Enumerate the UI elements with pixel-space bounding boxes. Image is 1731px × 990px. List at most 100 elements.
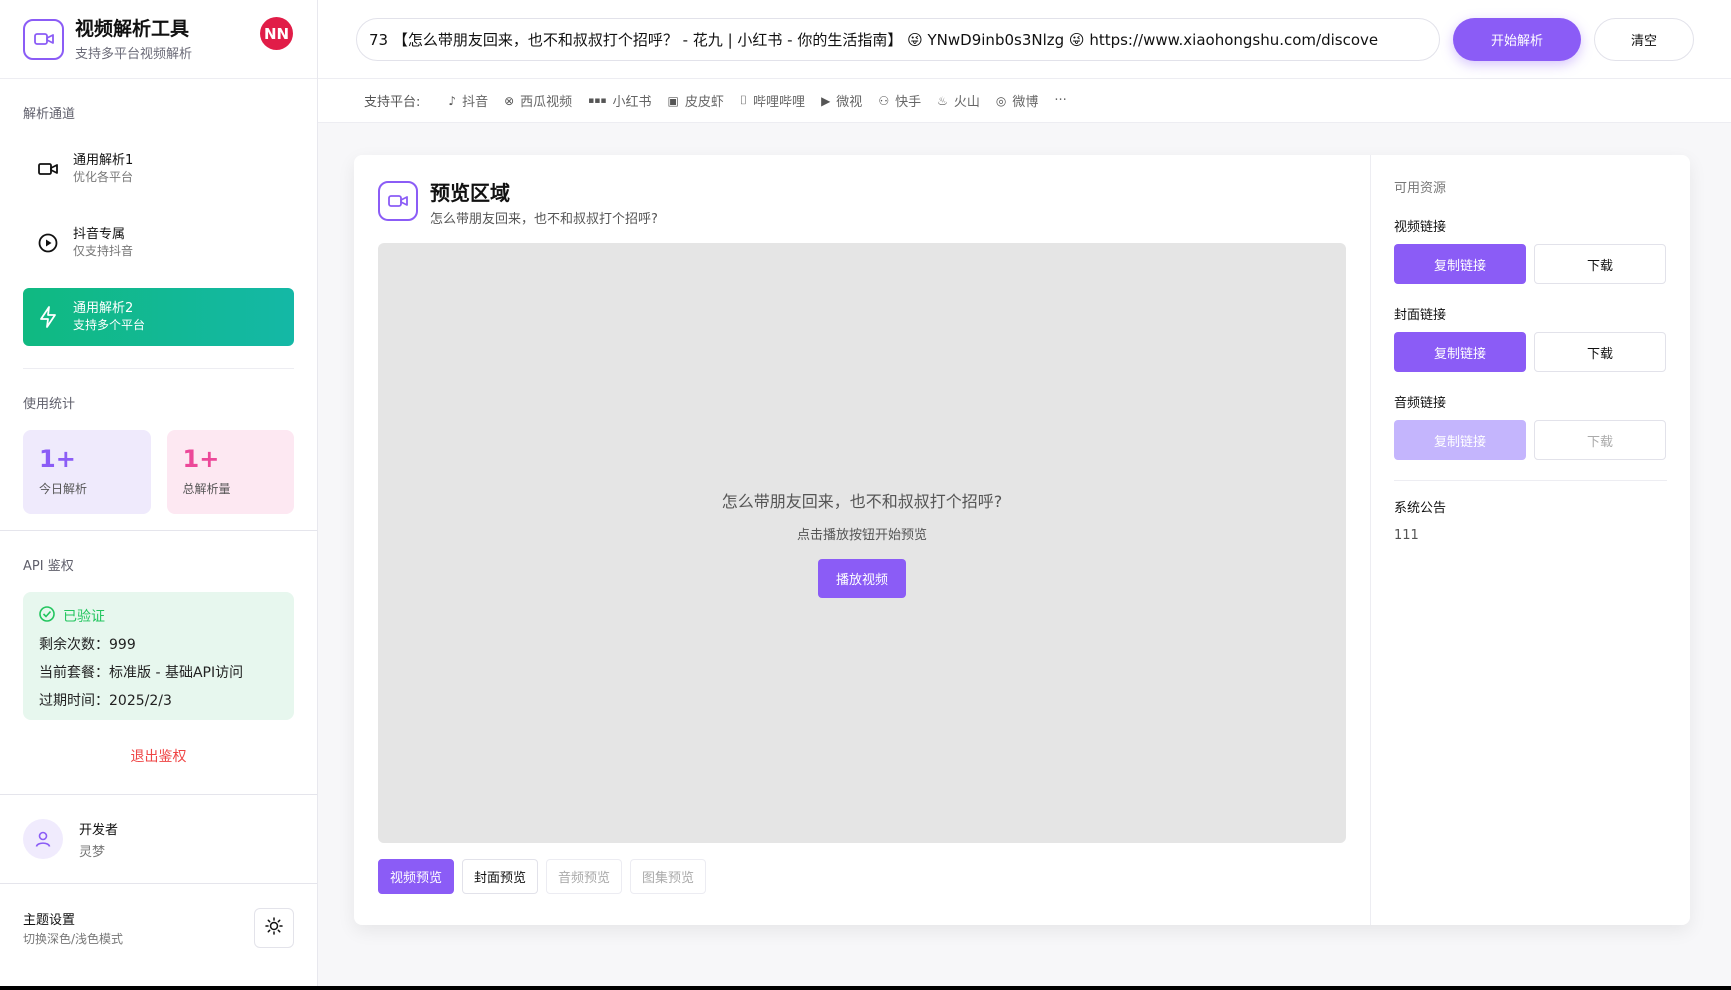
platform-pipixia[interactable]: ▣ 皮皮虾: [667, 91, 723, 111]
platform-name: 西瓜视频: [520, 95, 573, 110]
divider: [1394, 480, 1667, 481]
auth-status-text: 已验证: [63, 609, 105, 625]
tab-audio-preview[interactable]: 音频预览: [546, 859, 623, 894]
channel-general-1[interactable]: 通用解析1 优化各平台: [23, 140, 294, 198]
xiaohongshu-icon: ▪▪▪: [588, 95, 607, 106]
auth-expires: 过期时间：2025/2/3: [39, 693, 172, 709]
topbar: 开始解析 清空: [318, 0, 1731, 79]
channel-title: 通用解析2: [73, 301, 134, 316]
copy-video-link-button[interactable]: 复制链接: [1394, 244, 1526, 284]
resource-label: 音频链接: [1394, 396, 1447, 411]
video-camera-icon: [378, 181, 418, 221]
preview-subtitle: 怎么带朋友回来，也不和叔叔打个招呼?: [430, 212, 658, 227]
auth-label: API 鉴权: [23, 559, 74, 574]
theme-subtitle: 切换深色/浅色模式: [23, 932, 124, 946]
weishi-icon: ▶: [821, 93, 831, 108]
app-window: 视频解析工具 支持多平台视频解析 NN 解析通道 通用解析1 优化各平台 抖音专…: [0, 0, 1731, 986]
channel-douyin[interactable]: 抖音专属 仅支持抖音: [23, 214, 294, 272]
platform-xiaohongshu[interactable]: ▪▪▪ 小红书: [588, 91, 651, 110]
auth-remaining: 剩余次数：999: [39, 637, 136, 653]
developer-name: 灵梦: [79, 844, 106, 860]
preview-tabs: 视频预览 封面预览 音频预览 图集预览: [378, 859, 1346, 894]
stats-label: 使用统计: [23, 397, 76, 412]
preview-title: 预览区域: [430, 181, 510, 205]
platform-name: 火山: [953, 95, 980, 110]
app-title: 视频解析工具: [75, 17, 190, 40]
platform-name: 微博: [1012, 95, 1039, 110]
channel-general-2[interactable]: 通用解析2 支持多个平台: [23, 288, 294, 346]
platform-weishi[interactable]: ▶ 微视: [821, 91, 863, 111]
platform-huoshan[interactable]: ♨ 火山: [937, 91, 980, 111]
copy-cover-link-button[interactable]: 复制链接: [1394, 332, 1526, 372]
platform-name: 小红书: [612, 95, 652, 110]
platform-douyin[interactable]: ♪ 抖音: [448, 91, 489, 111]
stat-label: 今日解析: [39, 482, 88, 496]
channel-subtitle: 仅支持抖音: [73, 244, 134, 258]
stat-value: 1+: [182, 445, 220, 473]
more-platforms[interactable]: ···: [1054, 93, 1066, 108]
platform-name: 抖音: [462, 95, 489, 110]
play-circle-icon: [37, 232, 59, 254]
weibo-icon: ◎: [995, 93, 1007, 108]
tiktok-icon: ♪: [448, 93, 457, 108]
video-stage: 怎么带朋友回来，也不和叔叔打个招呼? 点击播放按钮开始预览 播放视频: [378, 243, 1346, 843]
theme-toggle-button[interactable]: [254, 908, 294, 948]
platform-bilibili[interactable]: ⌷ 哔哩哔哩: [740, 91, 805, 110]
platforms-label: 支持平台:: [364, 95, 421, 110]
platform-weibo[interactable]: ◎ 微博: [995, 91, 1039, 111]
stat-label: 总解析量: [182, 482, 231, 496]
main-area: 开始解析 清空 支持平台: ♪ 抖音 ⊗ 西瓜视频 ▪▪▪ 小红书 ▣ 皮皮虾 ⌷ 哔哩哔…: [318, 0, 1731, 986]
tab-cover-preview[interactable]: 封面预览: [462, 859, 539, 894]
start-parse-button[interactable]: 开始解析: [1453, 17, 1581, 61]
huoshan-icon: ♨: [937, 93, 948, 108]
copy-audio-link-button[interactable]: 复制链接: [1394, 420, 1526, 460]
xigua-icon: ⊗: [504, 93, 515, 108]
channel-title: 通用解析1: [73, 153, 134, 168]
content-area: 预览区域 怎么带朋友回来，也不和叔叔打个招呼? 怎么带朋友回来，也不和叔叔打个招…: [318, 123, 1731, 925]
download-cover-button[interactable]: 下载: [1534, 332, 1666, 372]
tab-video-preview[interactable]: 视频预览: [378, 859, 455, 894]
url-input[interactable]: [356, 17, 1440, 61]
stats-group: 1+ 今日解析 1+ 总解析量: [23, 430, 294, 514]
platform-xigua[interactable]: ⊗ 西瓜视频: [504, 91, 573, 111]
play-video-button[interactable]: 播放视频: [818, 559, 906, 598]
platform-kuaishou[interactable]: ⚇ 快手: [878, 91, 922, 111]
sidebar: 视频解析工具 支持多平台视频解析 NN 解析通道 通用解析1 优化各平台 抖音专…: [0, 0, 318, 986]
user-icon: [23, 819, 63, 859]
auth-status-box: 已验证 剩余次数：999 当前套餐：标准版 - 基础API访问 过期时间：202…: [23, 592, 294, 720]
channels-label: 解析通道: [23, 107, 76, 122]
clear-button[interactable]: 清空: [1594, 17, 1694, 61]
resource-row-video: 复制链接 下载: [1394, 244, 1667, 284]
app-subtitle: 支持多平台视频解析: [75, 46, 193, 62]
platform-bar: 支持平台: ♪ 抖音 ⊗ 西瓜视频 ▪▪▪ 小红书 ▣ 皮皮虾 ⌷ 哔哩哔哩 ▶ 微视 ⚇ 快…: [318, 79, 1731, 123]
brand-header: 视频解析工具 支持多平台视频解析 NN: [0, 0, 317, 79]
user-avatar[interactable]: NN: [260, 17, 293, 50]
auth-verified: 已验证: [39, 606, 278, 626]
video-camera-icon: [37, 158, 59, 180]
preview-header: 预览区域 怎么带朋友回来，也不和叔叔打个招呼?: [378, 181, 1346, 227]
sun-icon: [265, 917, 283, 939]
developer-title: 开发者: [79, 822, 119, 838]
download-audio-button[interactable]: 下载: [1534, 420, 1666, 460]
resource-label: 视频链接: [1394, 220, 1447, 235]
platform-name: 快手: [895, 95, 922, 110]
stat-total: 1+ 总解析量: [166, 430, 294, 514]
tab-gallery-preview[interactable]: 图集预览: [630, 859, 707, 894]
platform-name: 微视: [836, 95, 863, 110]
resource-row-cover: 复制链接 下载: [1394, 332, 1667, 372]
bilibili-icon: ⌷: [739, 93, 748, 107]
stat-today: 1+ 今日解析: [23, 430, 151, 514]
download-video-button[interactable]: 下载: [1534, 244, 1666, 284]
channel-subtitle: 支持多个平台: [73, 318, 146, 332]
pipixia-icon: ▣: [667, 93, 679, 108]
preview-card: 预览区域 怎么带朋友回来，也不和叔叔打个招呼? 怎么带朋友回来，也不和叔叔打个招…: [354, 155, 1690, 925]
check-circle-icon: [39, 606, 55, 626]
notice-title: 系统公告: [1394, 501, 1447, 516]
resources-label: 可用资源: [1394, 181, 1447, 196]
resource-row-audio: 复制链接 下载: [1394, 420, 1667, 460]
lightning-icon: [37, 306, 59, 328]
resource-label: 封面链接: [1394, 308, 1447, 323]
preview-panel: 预览区域 怎么带朋友回来，也不和叔叔打个招呼? 怎么带朋友回来，也不和叔叔打个招…: [354, 155, 1370, 925]
logout-auth-link[interactable]: 退出鉴权: [23, 746, 294, 766]
theme-title: 主题设置: [23, 913, 76, 928]
